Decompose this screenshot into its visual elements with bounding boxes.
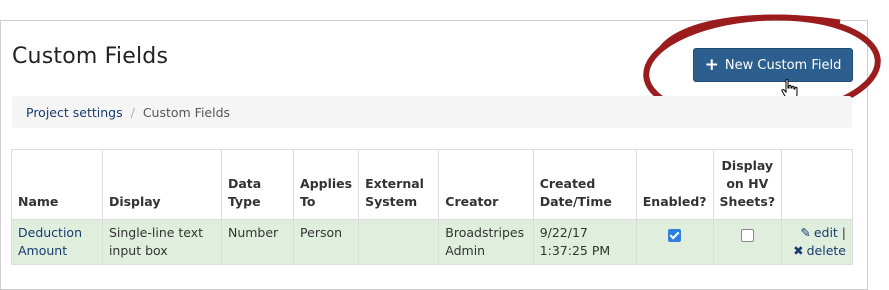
edit-link[interactable]: edit bbox=[814, 225, 838, 240]
header-applies-to: Applies To bbox=[293, 149, 360, 220]
header-display: Display bbox=[101, 149, 222, 220]
cell-enabled bbox=[635, 219, 714, 265]
enabled-checkbox[interactable] bbox=[668, 229, 682, 242]
header-actions bbox=[781, 149, 853, 220]
cell-display: Single-line text input box bbox=[101, 219, 222, 265]
delete-link[interactable]: delete bbox=[807, 243, 846, 258]
header-name: Name bbox=[11, 149, 103, 220]
cell-data-type: Number bbox=[220, 219, 295, 265]
delete-icon: ✖ bbox=[793, 243, 804, 258]
plus-icon: + bbox=[704, 54, 719, 75]
cell-created: 9/22/17 1:37:25 PM bbox=[532, 219, 637, 265]
custom-fields-table: Name Display Data Type Applies To Extern… bbox=[11, 149, 853, 265]
header-data-type: Data Type bbox=[220, 149, 295, 220]
cell-applies-to: Person bbox=[293, 219, 360, 265]
breadcrumb-separator: / bbox=[130, 104, 135, 120]
display-hv-checkbox[interactable] bbox=[740, 229, 754, 242]
table-row: Deduction Amount Single-line text input … bbox=[11, 219, 853, 265]
header-external-system: External System bbox=[358, 149, 440, 220]
header-enabled: Enabled? bbox=[635, 149, 714, 220]
new-custom-field-label: New Custom Field bbox=[724, 57, 842, 73]
new-custom-field-button[interactable]: + New Custom Field bbox=[693, 48, 853, 82]
breadcrumb: Project settings / Custom Fields bbox=[12, 96, 852, 128]
breadcrumb-current: Custom Fields bbox=[142, 104, 231, 120]
header-display-hv: Display on HV Sheets? bbox=[712, 149, 783, 220]
page-title: Custom Fields bbox=[12, 44, 169, 69]
cell-creator: Broadstripes Admin bbox=[438, 219, 534, 265]
field-name-link[interactable]: Deduction Amount bbox=[18, 225, 82, 258]
edit-icon: ✎ bbox=[800, 225, 811, 240]
cell-actions: ✎ edit | ✖ delete bbox=[781, 219, 853, 265]
cell-external-system bbox=[358, 219, 440, 265]
table-header-row: Name Display Data Type Applies To Extern… bbox=[11, 149, 853, 220]
breadcrumb-project-settings[interactable]: Project settings bbox=[26, 105, 123, 120]
header-created: Created Date/Time bbox=[532, 149, 637, 220]
header-creator: Creator bbox=[438, 149, 534, 220]
cell-display-hv bbox=[712, 219, 783, 265]
